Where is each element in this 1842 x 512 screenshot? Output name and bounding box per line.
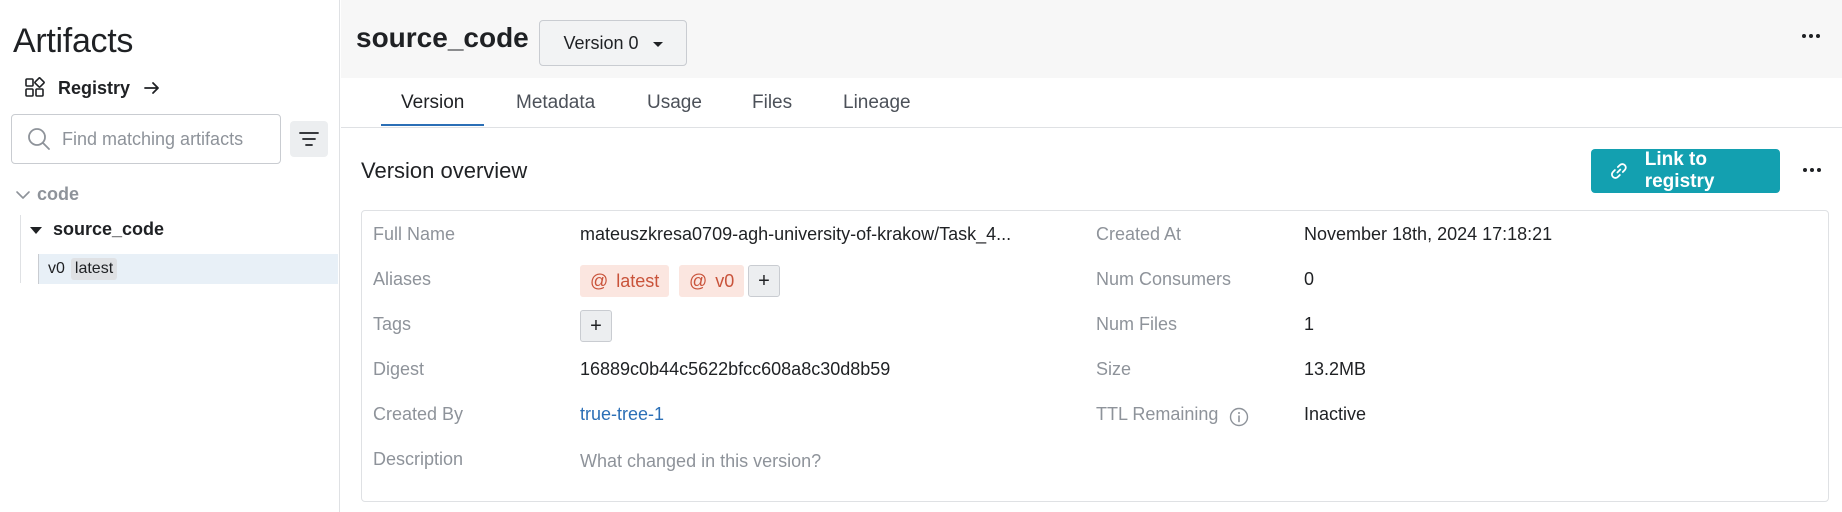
tree-group-label: code (37, 184, 80, 204)
tree-group-code[interactable]: code (15, 184, 79, 205)
num-files-label: Num Files (1096, 314, 1178, 334)
dropdown-caret-icon (652, 41, 663, 47)
ttl-remaining-label: TTL Remaining (1096, 404, 1219, 424)
description-input[interactable]: What changed in this version? (580, 451, 821, 472)
tree-version-v0[interactable]: v0 latest (38, 254, 338, 284)
size-label: Size (1096, 359, 1132, 379)
size-value: 13.2MB (1304, 359, 1367, 379)
num-files-value: 1 (1304, 314, 1315, 334)
sidebar-title: Artifacts (13, 22, 134, 60)
tree-version-guide (38, 254, 39, 284)
full-name-value: mateuszkresa0709-agh-university-of-krako… (580, 224, 1012, 244)
link-icon (1611, 163, 1627, 179)
arrow-right-icon (144, 82, 159, 94)
chevron-down-icon (16, 190, 30, 199)
filter-icon (299, 132, 319, 146)
alias-name: v0 (715, 270, 735, 291)
tab-usage[interactable]: Usage (647, 92, 702, 114)
tree-artifact-source-code[interactable]: source_code (30, 219, 164, 240)
created-by-link[interactable]: true-tree-1 (580, 404, 664, 425)
alias-name: latest (616, 270, 660, 291)
sidebar: Artifacts Registry code source_c (0, 0, 340, 512)
version-select-label: Version 0 (563, 32, 639, 53)
overview-more-icon[interactable] (1803, 168, 1821, 172)
alias-tag-v0[interactable]: @ v0 (679, 265, 745, 297)
ttl-remaining-value: Inactive (1304, 404, 1367, 424)
description-label: Description (373, 449, 464, 469)
created-by-label: Created By (373, 404, 464, 424)
caret-down-icon (30, 227, 42, 234)
add-tag-button[interactable]: + (580, 310, 612, 342)
num-consumers-label: Num Consumers (1096, 269, 1232, 289)
tab-bar: Version Metadata Usage Files Lineage (341, 78, 1842, 128)
num-consumers-value: 0 (1304, 269, 1315, 289)
digest-value: 16889c0b44c5622bfcc608a8c30d8b59 (580, 359, 891, 379)
tab-files[interactable]: Files (752, 92, 792, 114)
link-to-registry-label: Link to registry (1644, 149, 1715, 192)
tags-label: Tags (373, 314, 412, 334)
tree-guide-line (20, 215, 21, 283)
tree-artifact-label: source_code (53, 219, 165, 239)
alias-at-icon: @ (590, 270, 609, 291)
page-title: source_code (356, 22, 529, 53)
add-alias-button[interactable]: + (748, 265, 780, 297)
tab-lineage[interactable]: Lineage (843, 92, 911, 114)
tab-metadata[interactable]: Metadata (516, 92, 595, 114)
aliases-label: Aliases (373, 269, 432, 289)
alias-at-icon: @ (689, 270, 708, 291)
registry-link[interactable]: Registry (24, 76, 162, 100)
section-title: Version overview (361, 158, 528, 183)
registry-label: Registry (58, 77, 131, 98)
active-tab-indicator (381, 124, 484, 126)
version-select[interactable]: Version 0 (539, 20, 687, 66)
info-icon[interactable] (1229, 407, 1249, 427)
search-icon (28, 128, 50, 150)
full-name-label: Full Name (373, 224, 456, 244)
created-at-value: November 18th, 2024 17:18:21 (1304, 224, 1553, 244)
link-to-registry-button[interactable]: Link to registry (1591, 149, 1780, 193)
search-box (11, 114, 281, 164)
tree-version-label: v0 (48, 260, 65, 277)
digest-label: Digest (373, 359, 425, 379)
tab-version[interactable]: Version (401, 92, 464, 114)
filter-button[interactable] (290, 121, 328, 157)
tree-version-tag: latest (70, 258, 118, 280)
created-at-label: Created At (1096, 224, 1182, 244)
more-options-icon[interactable] (1802, 34, 1820, 38)
registry-icon (25, 77, 45, 97)
search-input[interactable] (62, 128, 272, 150)
page-header: source_code Version 0 (341, 0, 1842, 78)
alias-tag-latest[interactable]: @ latest (580, 265, 670, 297)
version-overview-card: Full Name Aliases Tags Digest Created By… (361, 210, 1829, 502)
